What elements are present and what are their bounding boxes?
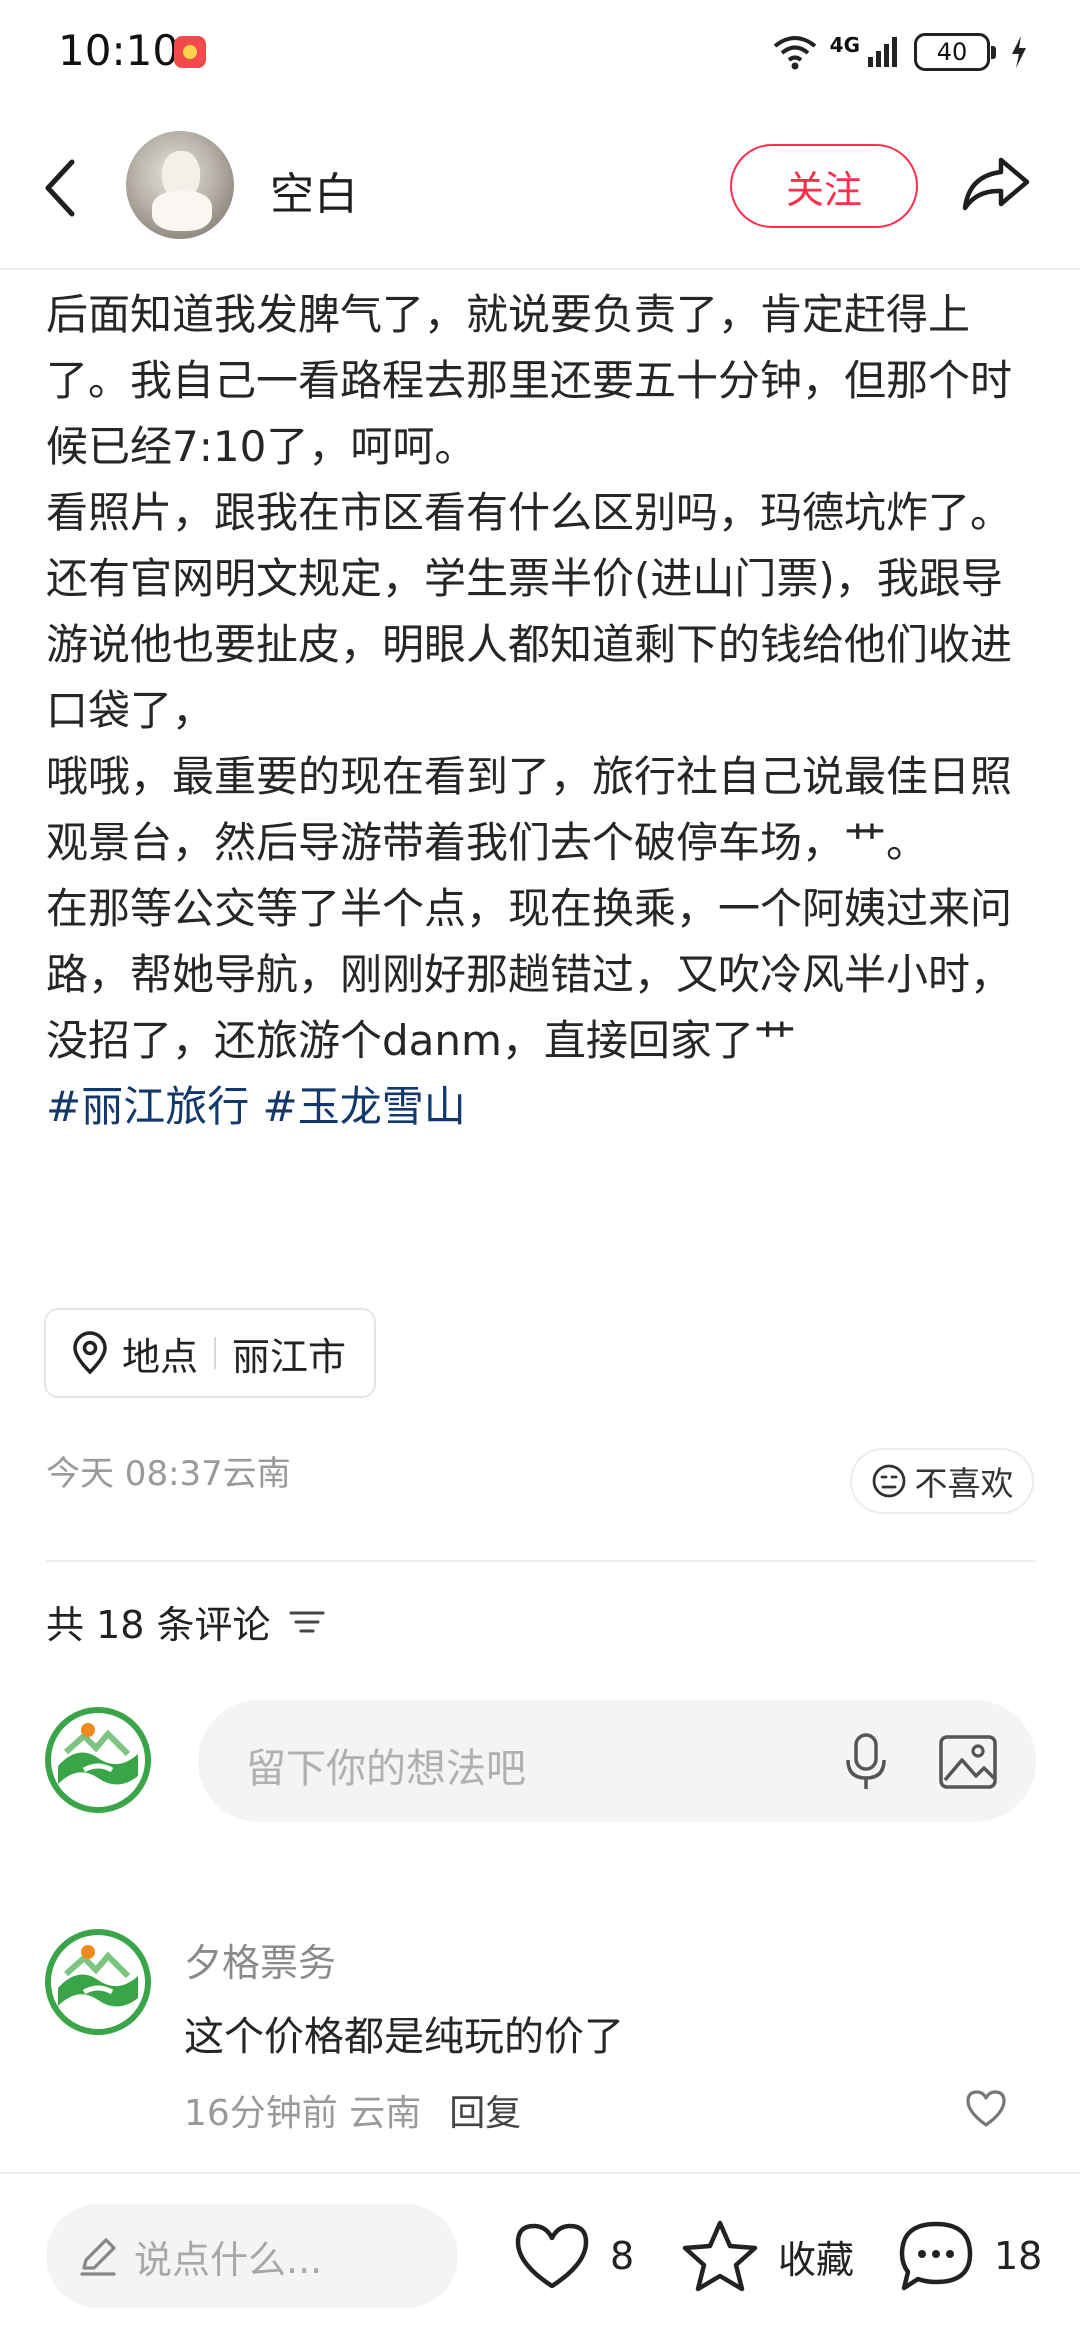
comment-time: 16分钟前 bbox=[184, 2093, 338, 2134]
pencil-icon bbox=[80, 2238, 116, 2276]
comment-text: 这个价格都是纯玩的价了 bbox=[184, 2014, 624, 2060]
comments-header: 共 18 条评论 bbox=[46, 1594, 327, 1649]
sort-icon[interactable] bbox=[287, 1607, 327, 1637]
comments-count: 共 18 条评论 bbox=[46, 1603, 271, 1647]
location-chip[interactable]: 地点 丽江市 bbox=[44, 1308, 377, 1398]
heart-icon bbox=[966, 2090, 1006, 2127]
battery-level: 40 bbox=[936, 38, 968, 66]
charging-icon bbox=[1012, 36, 1026, 68]
location-divider bbox=[214, 1337, 217, 1369]
post-paragraph: 后面知道我发脾气了，就说要负责了，肯定赶得上了。我自己一看路程去那里还要五十分钟… bbox=[46, 290, 1013, 471]
brand-logo-icon bbox=[45, 1707, 151, 1813]
post-paragraph: 还有官网明文规定，学生票半价(进山门票)，我跟导游说他也要扯皮，明眼人都知道剩下… bbox=[46, 554, 1013, 735]
comment-avatar[interactable] bbox=[44, 1928, 152, 2036]
unhappy-face-icon bbox=[872, 1464, 905, 1498]
wifi-icon bbox=[773, 36, 816, 70]
composer-placeholder: 留下你的想法吧 bbox=[246, 1746, 526, 1792]
image-upload-button[interactable] bbox=[936, 1730, 1000, 1794]
dislike-label: 不喜欢 bbox=[914, 1464, 1014, 1503]
star-icon bbox=[682, 2220, 758, 2292]
follow-button[interactable]: 关注 bbox=[730, 144, 918, 228]
comment-region: 云南 bbox=[349, 2093, 422, 2134]
divider bbox=[46, 1560, 1036, 1562]
comment-count: 18 bbox=[994, 2234, 1043, 2278]
author-name[interactable]: 空白 bbox=[270, 158, 358, 222]
collect-button[interactable]: 收藏 bbox=[680, 2202, 854, 2310]
post-paragraph: 在那等公交等了半个点，现在换乘，一个阿姨过来问路，帮她导航，刚刚好那趟错过，又吹… bbox=[46, 884, 1013, 1065]
status-bar: 10:10 4G 40 bbox=[0, 0, 1080, 104]
like-count: 8 bbox=[610, 2234, 635, 2278]
say-something-placeholder: 说点什么... bbox=[134, 2237, 323, 2282]
voice-input-button[interactable] bbox=[838, 1730, 894, 1794]
comment-like-button[interactable] bbox=[958, 2082, 1014, 2134]
location-label: 地点 bbox=[122, 1334, 199, 1379]
comment-meta: 16分钟前 云南 回复 bbox=[184, 2084, 521, 2136]
brand-logo-icon bbox=[45, 1929, 151, 2035]
post-paragraph: 哦哦，最重要的现在看到了，旅行社自己说最佳日照观景台，然后导游带着我们去个破停车… bbox=[46, 752, 1013, 867]
like-button[interactable]: 8 bbox=[512, 2202, 634, 2310]
current-user-avatar[interactable] bbox=[44, 1706, 152, 1814]
status-time: 10:10 bbox=[58, 26, 180, 75]
dislike-button[interactable]: 不喜欢 bbox=[850, 1448, 1034, 1514]
post-time: 今天 08:37云南 bbox=[46, 1454, 291, 1494]
status-indicators: 4G 40 bbox=[772, 30, 1028, 74]
battery-icon: 40 bbox=[914, 33, 996, 71]
signal-icon bbox=[868, 37, 897, 67]
share-icon bbox=[962, 157, 1030, 211]
comment-button[interactable]: 18 bbox=[896, 2202, 1042, 2310]
post-paragraph: 看照片，跟我在市区看有什么区别吗，玛德坑炸了。 bbox=[46, 488, 1013, 537]
comment-bubble-icon bbox=[899, 2221, 973, 2291]
back-button[interactable] bbox=[30, 148, 90, 228]
location-pin-icon bbox=[73, 1331, 107, 1375]
bottom-action-bar: 说点什么... 8 收藏 18 bbox=[0, 2172, 1080, 2340]
microphone-icon bbox=[846, 1733, 886, 1789]
collect-label: 收藏 bbox=[778, 2237, 855, 2282]
comment-composer[interactable]: 留下你的想法吧 bbox=[198, 1700, 1036, 1822]
heart-icon bbox=[515, 2223, 589, 2289]
share-button[interactable] bbox=[956, 144, 1036, 224]
location-value: 丽江市 bbox=[232, 1334, 347, 1379]
post-content: 后面知道我发脾气了，就说要负责了，肯定赶得上了。我自己一看路程去那里还要五十分钟… bbox=[46, 282, 1036, 1140]
comment-username[interactable]: 夕格票务 bbox=[184, 1932, 336, 1987]
chevron-left-icon bbox=[45, 159, 75, 217]
image-icon bbox=[939, 1735, 997, 1789]
reply-button[interactable]: 回复 bbox=[449, 2084, 521, 2136]
notification-badge-icon bbox=[174, 36, 206, 68]
post-tags[interactable]: #丽江旅行 #玉龙雪山 bbox=[46, 1074, 1036, 1140]
say-something-input[interactable]: 说点什么... bbox=[46, 2204, 458, 2308]
network-type: 4G bbox=[829, 33, 860, 57]
author-avatar[interactable] bbox=[126, 131, 234, 239]
comment-time-region: 16分钟前 云南 bbox=[184, 2084, 421, 2136]
post-header: 空白 关注 bbox=[0, 104, 1080, 270]
